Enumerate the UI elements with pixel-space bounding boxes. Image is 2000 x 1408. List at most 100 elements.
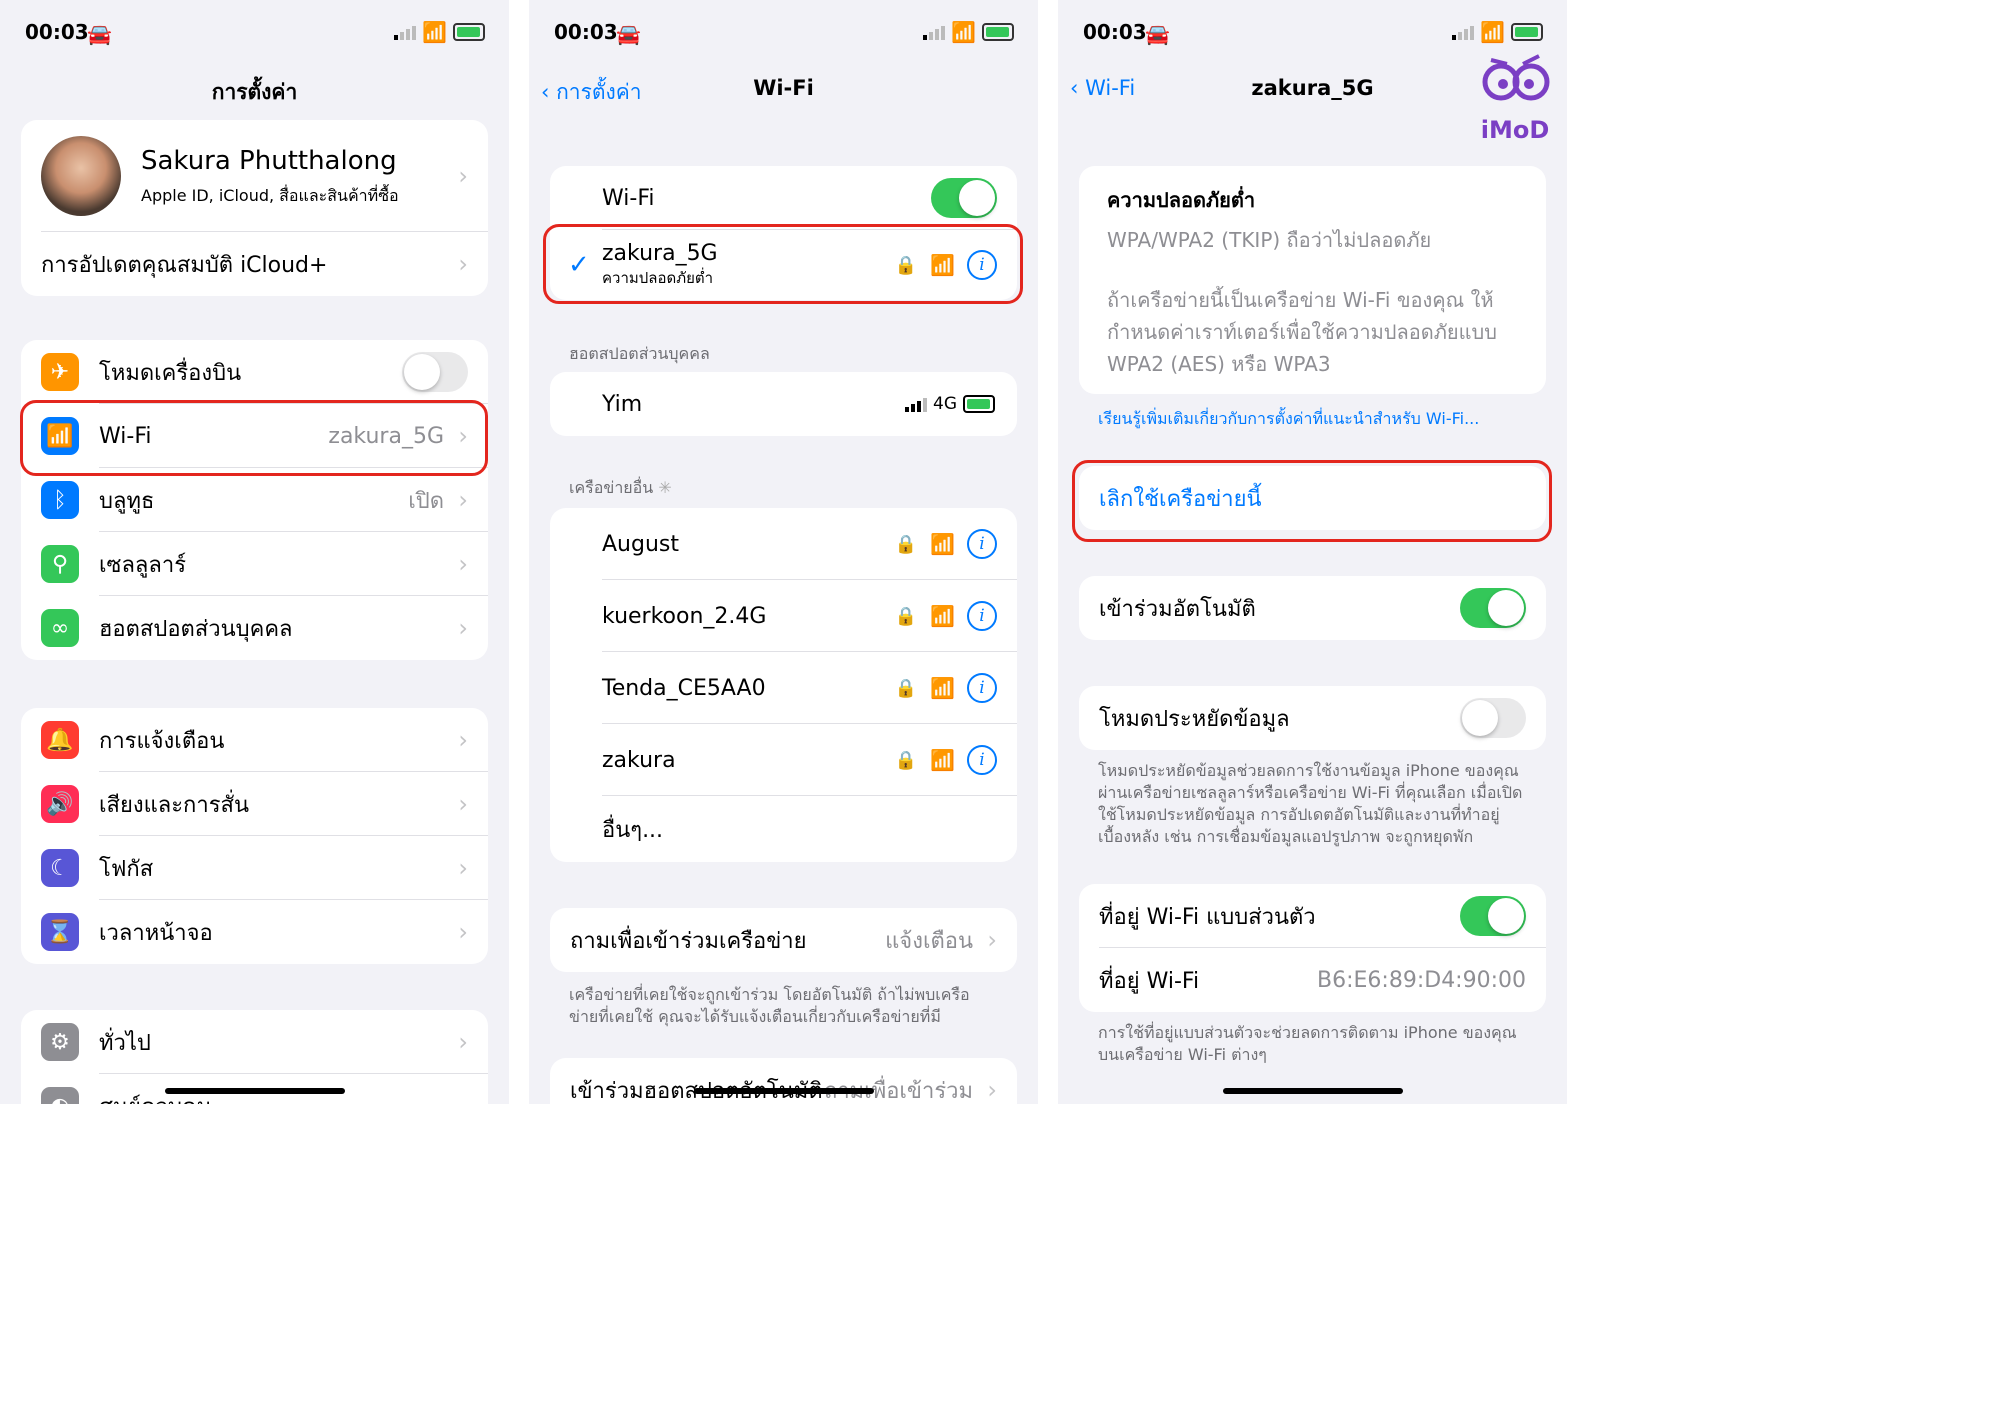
security-title: ความปลอดภัยต่ำ [1107,188,1256,212]
wifi-address-label: ที่อยู่ Wi-Fi [1099,968,1200,994]
forget-highlight-box [1072,460,1552,542]
wifi-signal-icon: 📶 [930,532,955,556]
auto-hotspot-row[interactable]: เข้าร่วมฮอตสปอตอัตโนมัติ ถามเพื่อเข้าร่ว… [550,1058,1017,1104]
ask-join-group: ถามเพื่อเข้าร่วมเครือข่าย แจ้งเตือน › [550,908,1017,972]
gear-icon: ⚙ [41,1023,79,1061]
learn-more-link[interactable]: เรียนรู้เพิ่มเติมเกี่ยวกับการตั้งค่าที่แ… [1098,408,1527,430]
network-detail-screen: 00:03 🚘 📶 ‹ Wi-Fi zakura_5G iMoD ความปลอ… [1058,0,1567,1104]
page-title: Wi-Fi [753,76,814,100]
notifications-group: 🔔 การแจ้งเตือน › 🔊 เสียงและการสั่น › ☾ โ… [21,708,488,964]
status-time: 00:03 [1083,20,1147,44]
chevron-left-icon: ‹ [541,80,557,104]
hotspot-battery-icon [963,395,995,413]
hotspot-group: Yim 4G [550,372,1017,436]
bluetooth-value: เปิด [408,488,444,514]
wifi-toggle-row: Wi-Fi [550,166,1017,230]
hotspot-row[interactable]: ∞ ฮอตสปอตส่วนบุคคล › [21,596,488,660]
chevron-right-icon: › [458,614,468,642]
wifi-address-row: ที่อยู่ Wi-Fi B6:E6:89:D4:90:00 [1079,948,1546,1012]
wifi-status-icon: 📶 [422,20,447,44]
focus-row[interactable]: ☾ โฟกัส › [21,836,488,900]
network-row[interactable]: Tenda_CE5AA0 🔒 📶 i [550,652,1017,724]
profile-row[interactable]: Sakura Phutthalong Apple ID, iCloud, สื่… [21,120,488,232]
home-indicator[interactable] [164,1088,345,1094]
security-description: ถ้าเครือข่ายนี้เป็นเครือข่าย Wi-Fi ของคุ… [1107,288,1497,376]
hotspot-network-type: 4G [933,394,957,414]
wifi-signal-icon: 📶 [930,676,955,700]
focus-label: โฟกัส [99,856,154,882]
security-group: ความปลอดภัยต่ำ WPA/WPA2 (TKIP) ถือว่าไม่… [1079,166,1546,394]
network-row[interactable]: August 🔒 📶 i [550,508,1017,580]
wifi-toggle[interactable] [931,178,997,218]
network-row[interactable]: zakura 🔒 📶 i [550,724,1017,796]
switches-icon: ◐ [41,1087,79,1104]
airplane-row: ✈ โหมดเครื่องบิน [21,340,488,404]
chevron-right-icon: › [458,854,468,882]
chevron-right-icon: › [458,250,468,278]
airplane-toggle[interactable] [402,352,468,392]
home-indicator[interactable] [693,1088,874,1094]
hotspot-row[interactable]: Yim 4G [550,372,1017,436]
general-label: ทั่วไป [99,1030,151,1056]
private-address-group: ที่อยู่ Wi-Fi แบบส่วนตัว ที่อยู่ Wi-Fi B… [1079,884,1546,1012]
chevron-right-icon: › [458,790,468,818]
imod-logo-text: iMoD [1480,116,1550,144]
icloud-update-row[interactable]: การอัปเดตคุณสมบัติ iCloud+ › [21,232,488,296]
low-data-label: โหมดประหยัดข้อมูล [1099,706,1290,732]
back-label: การตั้งค่า [556,80,642,104]
bluetooth-row[interactable]: ᛒ บลูทูธ เปิด › [21,468,488,532]
home-indicator[interactable] [1222,1088,1403,1094]
avatar [41,136,121,216]
profile-subtitle: Apple ID, iCloud, สื่อและสินค้าที่ซื้อ [141,186,399,205]
page-title: zakura_5G [1251,76,1374,100]
battery-icon [982,23,1014,41]
sounds-row[interactable]: 🔊 เสียงและการสั่น › [21,772,488,836]
imod-logo: iMoD [1477,40,1553,144]
page-title: การตั้งค่า [211,80,298,104]
battery-icon [453,23,485,41]
auto-join-toggle[interactable] [1460,588,1526,628]
wifi-address-value: B6:E6:89:D4:90:00 [1317,967,1526,993]
status-bar: 00:03 🚘 📶 [1083,18,1543,48]
info-icon[interactable]: i [967,673,997,703]
notifications-row[interactable]: 🔔 การแจ้งเตือน › [21,708,488,772]
network-row[interactable]: kuerkoon_2.4G 🔒 📶 i [550,580,1017,652]
hotspot-name: Yim [602,391,643,417]
back-button[interactable]: ‹ การตั้งค่า [541,76,642,109]
back-label: Wi-Fi [1085,76,1136,100]
status-time: 00:03 [25,20,89,44]
car-icon: 🚘 [87,22,112,46]
network-name: zakura [602,747,676,773]
ask-join-row[interactable]: ถามเพื่อเข้าร่วมเครือข่าย แจ้งเตือน › [550,908,1017,972]
chevron-right-icon: › [987,1076,997,1104]
screentime-label: เวลาหน้าจอ [99,920,213,946]
info-icon[interactable]: i [967,529,997,559]
info-icon[interactable]: i [967,745,997,775]
wifi-screen: 00:03 🚘 📶 ‹ การตั้งค่า Wi-Fi Wi-Fi ✓ zak… [529,0,1038,1104]
info-icon[interactable]: i [967,601,997,631]
car-icon: 🚘 [616,22,641,46]
hourglass-icon: ⌛ [41,913,79,951]
back-button[interactable]: ‹ Wi-Fi [1070,76,1135,100]
other-network-row[interactable]: อื่นๆ... [550,796,1017,862]
car-icon: 🚘 [1145,22,1170,46]
speaker-icon: 🔊 [41,785,79,823]
spinner-icon: ✳ [658,478,672,497]
bluetooth-label: บลูทูธ [99,488,155,514]
low-data-toggle[interactable] [1460,698,1526,738]
wifi-status-icon: 📶 [951,20,976,44]
lock-icon: 🔒 [894,533,917,555]
icloud-update-label: การอัปเดตคุณสมบัติ iCloud+ [41,252,328,278]
other-networks-label: เครือข่ายอื่น [569,478,654,497]
cellular-row[interactable]: ⚲ เซลลูลาร์ › [21,532,488,596]
auto-hotspot-group: เข้าร่วมฮอตสปอตอัตโนมัติ ถามเพื่อเข้าร่ว… [550,1058,1017,1104]
network-name: August [602,531,679,557]
chevron-right-icon: › [458,726,468,754]
screentime-row[interactable]: ⌛ เวลาหน้าจอ › [21,900,488,964]
low-data-group: โหมดประหยัดข้อมูล [1079,686,1546,750]
airplane-icon: ✈ [41,353,79,391]
private-address-toggle[interactable] [1460,896,1526,936]
general-row[interactable]: ⚙ ทั่วไป › [21,1010,488,1074]
settings-screen: 00:03 🚘 📶 การตั้งค่า Sakura Phutthalong … [0,0,509,1104]
private-address-label: ที่อยู่ Wi-Fi แบบส่วนตัว [1099,904,1316,930]
